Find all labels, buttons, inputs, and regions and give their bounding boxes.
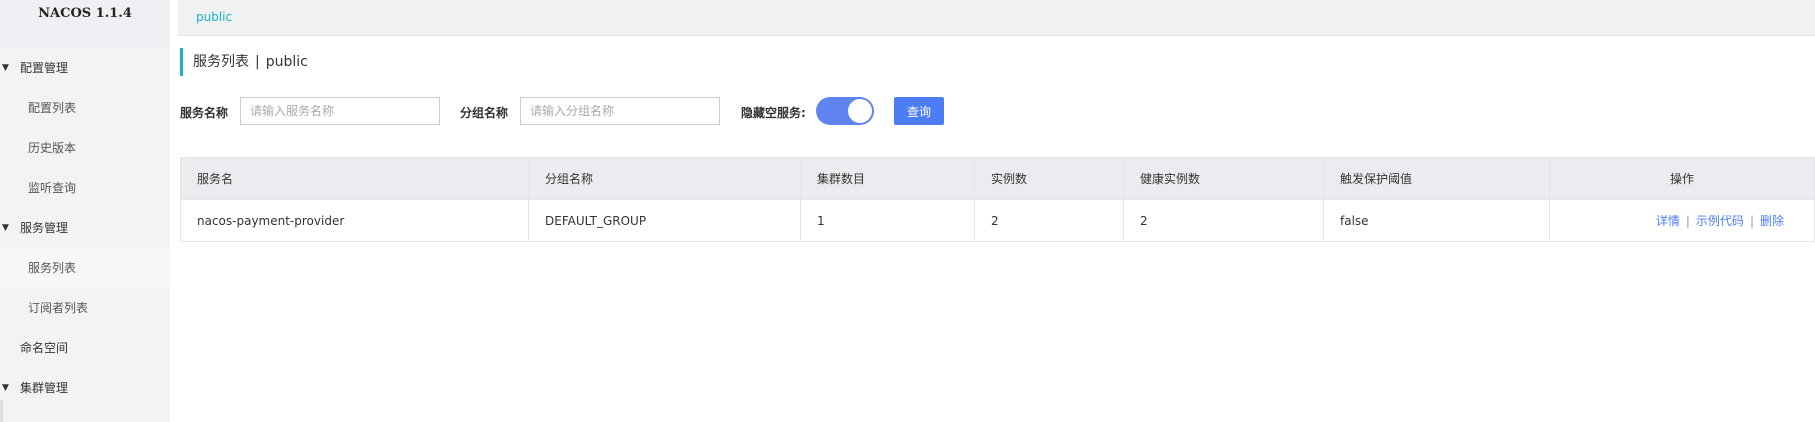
group-name-input[interactable] bbox=[520, 97, 720, 125]
sidebar-item-label: 配置列表 bbox=[28, 101, 77, 115]
sidebar-item-config-list[interactable]: 配置列表 bbox=[0, 88, 170, 128]
delete-link[interactable]: 删除 bbox=[1760, 214, 1784, 228]
hide-empty-label: 隐藏空服务: bbox=[741, 106, 806, 120]
title-separator: | bbox=[255, 54, 260, 70]
sidebar-item-listener[interactable]: 监听查询 bbox=[0, 168, 170, 208]
table-row: nacos-payment-provider DEFAULT_GROUP 1 2… bbox=[180, 199, 1815, 242]
service-name-input[interactable] bbox=[240, 97, 440, 125]
page-title-namespace: public bbox=[265, 54, 308, 70]
sidebar-group-cluster[interactable]: ▼ 集群管理 bbox=[0, 368, 170, 408]
col-header-clusters: 集群数目 bbox=[800, 157, 975, 200]
caret-down-icon: ▼ bbox=[2, 223, 9, 233]
service-table: 服务名 分组名称 集群数目 实例数 健康实例数 触发保护阈值 操作 nacos-… bbox=[180, 157, 1815, 242]
cell-actions: 详情 | 示例代码 | 删除 bbox=[1549, 199, 1815, 242]
caret-down-icon: ▼ bbox=[2, 383, 9, 393]
query-button[interactable]: 查询 bbox=[894, 97, 944, 125]
cell-group: DEFAULT_GROUP bbox=[528, 199, 801, 242]
sidebar-item-label: 订阅者列表 bbox=[28, 301, 89, 315]
action-separator: | bbox=[1749, 214, 1754, 228]
sidebar-item-label: 历史版本 bbox=[28, 141, 77, 155]
sidebar-item-subscriber-list[interactable]: 订阅者列表 bbox=[0, 288, 170, 328]
cell-healthy: 2 bbox=[1123, 199, 1324, 242]
sidebar-item-label: 监听查询 bbox=[28, 181, 77, 195]
namespace-bar: public bbox=[178, 0, 1815, 36]
detail-link[interactable]: 详情 bbox=[1656, 214, 1680, 228]
sidebar-group-config[interactable]: ▼ 配置管理 bbox=[0, 48, 170, 88]
brand-logo: NACOS 1.1.4 bbox=[0, 0, 170, 48]
hide-empty-toggle[interactable] bbox=[816, 97, 874, 125]
sidebar-group-label: 集群管理 bbox=[20, 381, 69, 395]
sidebar-group-namespace[interactable]: 命名空间 bbox=[0, 328, 170, 368]
sidebar-group-label: 命名空间 bbox=[20, 341, 69, 355]
group-name-label: 分组名称 bbox=[460, 106, 509, 120]
namespace-link-public[interactable]: public bbox=[196, 10, 232, 24]
service-name-label: 服务名称 bbox=[180, 106, 229, 120]
sidebar-item-service-list[interactable]: 服务列表 bbox=[0, 248, 170, 288]
sidebar-group-label: 服务管理 bbox=[20, 221, 69, 235]
col-header-threshold: 触发保护阈值 bbox=[1323, 157, 1550, 200]
scroll-indicator bbox=[0, 400, 3, 422]
sidebar-item-label: 服务列表 bbox=[28, 261, 77, 275]
sidebar-group-service[interactable]: ▼ 服务管理 bbox=[0, 208, 170, 248]
action-separator: | bbox=[1685, 214, 1690, 228]
col-header-healthy: 健康实例数 bbox=[1123, 157, 1324, 200]
table-header-row: 服务名 分组名称 集群数目 实例数 健康实例数 触发保护阈值 操作 bbox=[180, 157, 1815, 200]
sidebar-group-label: 配置管理 bbox=[20, 61, 69, 75]
cell-clusters: 1 bbox=[800, 199, 975, 242]
sample-code-link[interactable]: 示例代码 bbox=[1696, 214, 1744, 228]
sidebar-item-history[interactable]: 历史版本 bbox=[0, 128, 170, 168]
col-header-actions: 操作 bbox=[1549, 157, 1815, 200]
sidebar: NACOS 1.1.4 ▼ 配置管理 配置列表 历史版本 监听查询 ▼ 服务管理… bbox=[0, 0, 170, 422]
cell-instances: 2 bbox=[974, 199, 1124, 242]
col-header-service: 服务名 bbox=[180, 157, 529, 200]
col-header-group: 分组名称 bbox=[528, 157, 801, 200]
caret-down-icon: ▼ bbox=[2, 63, 9, 73]
cell-service: nacos-payment-provider bbox=[180, 199, 529, 242]
col-header-instances: 实例数 bbox=[974, 157, 1124, 200]
cell-threshold: false bbox=[1323, 199, 1550, 242]
page-title: 服务列表 | public bbox=[180, 48, 308, 76]
toggle-knob bbox=[848, 99, 872, 123]
page-title-text: 服务列表 bbox=[193, 54, 249, 70]
